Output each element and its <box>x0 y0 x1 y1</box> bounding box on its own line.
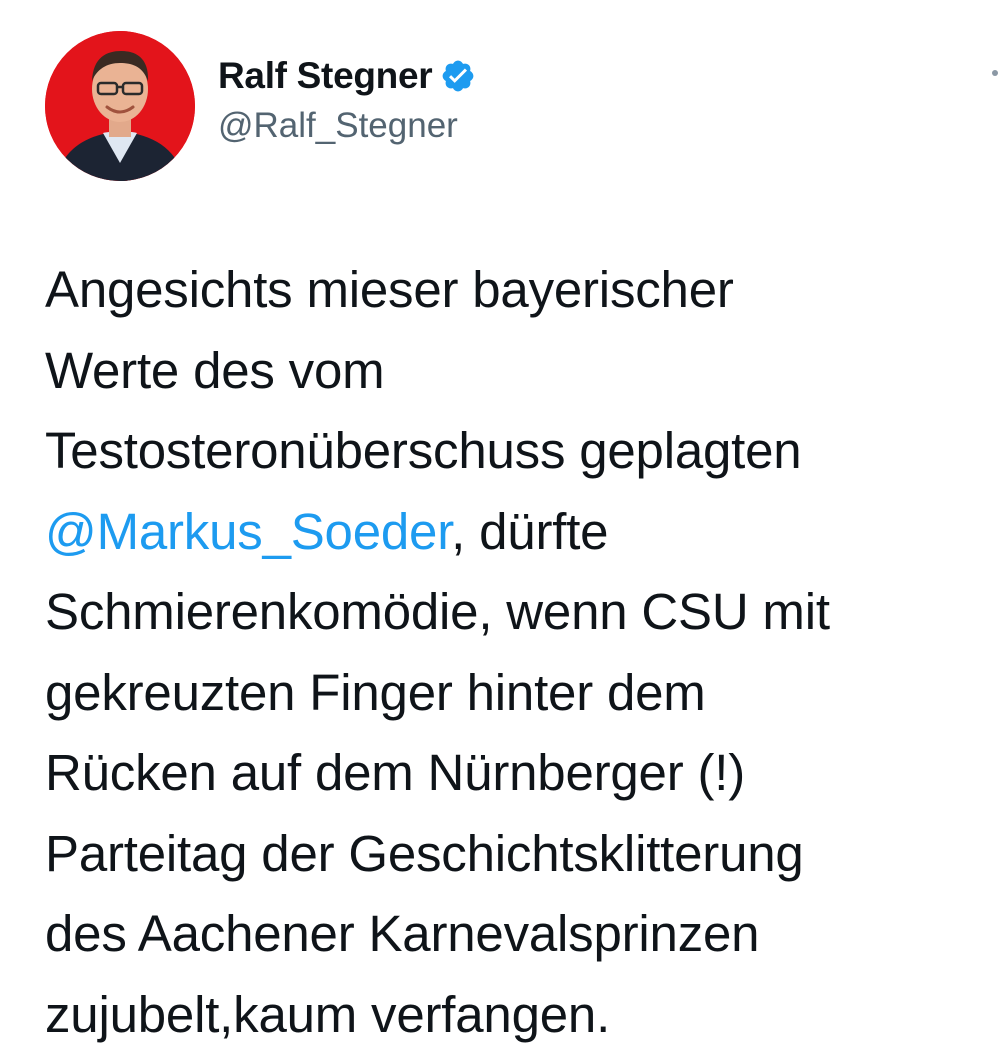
display-name[interactable]: Ralf Stegner <box>218 55 432 97</box>
tweet-card: Ralf Stegner @Ralf_Stegner Angesichts mi… <box>0 0 1004 1041</box>
avatar[interactable] <box>45 31 195 181</box>
tweet-text-fragment: , dürfte <box>451 503 608 560</box>
tweet-text-line: Parteitag der Geschichtsklitterung <box>45 814 990 895</box>
verified-badge-icon <box>440 58 476 94</box>
tweet-author: Ralf Stegner @Ralf_Stegner <box>218 52 476 146</box>
tweet-text-line: Angesichts mieser bayerischer <box>45 250 990 331</box>
author-name-row: Ralf Stegner <box>218 52 476 100</box>
tweet-text-line: gekreuzten Finger hinter dem <box>45 653 990 734</box>
more-options-icon[interactable] <box>986 62 1004 102</box>
tweet-text-line: @Markus_Soeder, dürfte <box>45 492 990 573</box>
user-handle[interactable]: @Ralf_Stegner <box>218 106 476 146</box>
person-avatar-icon <box>45 31 195 181</box>
tweet-text-line: des Aachener Karnevalsprinzen <box>45 894 990 975</box>
tweet-text-line: Testosteronüberschuss geplagten <box>45 411 990 492</box>
mention-link[interactable]: @Markus_Soeder <box>45 503 451 560</box>
tweet-text-line: Schmierenkomödie, wenn CSU mit <box>45 572 990 653</box>
tweet-text: Angesichts mieser bayerischer Werte des … <box>45 250 990 1055</box>
tweet-text-line: zujubelt,kaum verfangen. <box>45 975 990 1055</box>
tweet-text-line: Werte des vom <box>45 331 990 412</box>
tweet-text-line: Rücken auf dem Nürnberger (!) <box>45 733 990 814</box>
